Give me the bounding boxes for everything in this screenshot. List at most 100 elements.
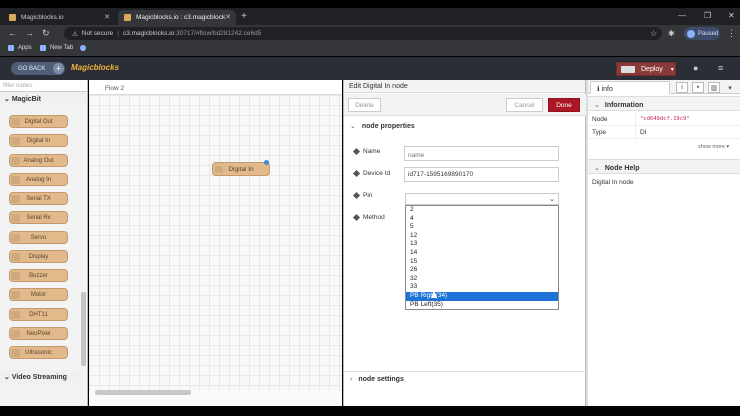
- filter-nodes-input[interactable]: filter nodes: [0, 80, 87, 92]
- pin-option[interactable]: 26: [406, 266, 558, 275]
- info-tab-icon[interactable]: i: [676, 82, 688, 93]
- node-settings-section[interactable]: › node settings: [344, 372, 587, 387]
- pin-select[interactable]: ⌄: [405, 193, 559, 205]
- close-tab-icon[interactable]: ✕: [104, 13, 110, 21]
- palette-node[interactable]: DHT11: [9, 308, 68, 321]
- bookmark-label: New Tab: [50, 45, 74, 51]
- palette-node[interactable]: Ultrasonic: [9, 346, 68, 359]
- information-header[interactable]: ⌄ Information: [588, 96, 740, 111]
- maximize-icon[interactable]: ❐: [704, 11, 711, 20]
- node-icon: [11, 176, 20, 184]
- node-icon: [11, 157, 20, 165]
- node-label: Buzzer: [29, 272, 48, 279]
- user-icon[interactable]: ●: [693, 63, 698, 73]
- palette-node[interactable]: Servo: [9, 231, 68, 244]
- show-more-link[interactable]: show more ▾: [698, 144, 729, 150]
- pin-option[interactable]: 2: [406, 206, 558, 215]
- chart-tab-icon[interactable]: ▥: [708, 82, 720, 93]
- chevron-down-icon[interactable]: ▾: [671, 66, 674, 73]
- info-key: Node: [588, 113, 636, 125]
- node-icon: [11, 137, 20, 145]
- palette-node[interactable]: Serial Rx: [9, 211, 68, 224]
- go-back-button[interactable]: GO BACK +: [11, 62, 65, 75]
- back-icon[interactable]: ←: [8, 28, 17, 38]
- node-label: DHT11: [29, 311, 48, 318]
- bookmark-new-tab[interactable]: New Tab: [40, 45, 73, 51]
- palette-node[interactable]: NeoPixel: [9, 327, 68, 340]
- palette-node[interactable]: Display: [9, 250, 68, 263]
- deploy-button[interactable]: Deploy ▾: [616, 62, 676, 76]
- node-icon: [11, 272, 20, 280]
- canvas-grid[interactable]: Digital In: [89, 95, 342, 391]
- bookmark-label: Apps: [18, 45, 32, 51]
- bookmark-star-icon[interactable]: ☆: [650, 29, 657, 38]
- palette-node[interactable]: Serial TX: [9, 192, 68, 205]
- pin-option[interactable]: 14: [406, 249, 558, 258]
- edit-tray: Edit Digital In node Delete Cancel Done …: [343, 80, 587, 406]
- forward-icon[interactable]: →: [25, 28, 34, 38]
- bookmarks-bar: Apps New Tab: [0, 42, 740, 56]
- palette-category-video-streaming[interactable]: ⌄ Video Streaming: [0, 370, 80, 383]
- browser-tab-title: Magicblocks.io : c3.magicblock: [136, 14, 226, 21]
- more-menu-icon[interactable]: ⋮: [727, 28, 736, 39]
- pin-option-selected[interactable]: PB Right(34): [406, 290, 558, 301]
- palette-node[interactable]: Buzzer: [9, 269, 68, 282]
- extensions-icon[interactable]: ✱: [668, 29, 675, 38]
- cancel-button[interactable]: Cancel: [506, 98, 543, 112]
- chevron-down-icon: ⌄: [594, 102, 600, 109]
- pin-option[interactable]: PB Left(35): [406, 301, 558, 310]
- tab-info[interactable]: ℹ info: [590, 81, 670, 94]
- pin-option[interactable]: 32: [406, 275, 558, 284]
- name-field[interactable]: [404, 146, 559, 161]
- canvas-node-digital-in[interactable]: Digital In: [212, 160, 270, 176]
- url-field[interactable]: ⚠ Not secure | c3.magicblocks.io :30717/…: [64, 27, 662, 40]
- flow-workspace: Flow 2 Digital In: [89, 80, 342, 406]
- tray-toolbar: Delete Cancel Done: [344, 94, 587, 116]
- page-icon: [40, 45, 46, 51]
- palette-scrollbar[interactable]: [81, 292, 86, 366]
- section-label: Node Help: [604, 165, 640, 172]
- pin-option[interactable]: 33: [406, 283, 558, 292]
- chevron-down-icon: ⌄: [4, 374, 12, 381]
- pin-option[interactable]: 5: [406, 223, 558, 232]
- new-tab-icon[interactable]: +: [241, 11, 247, 22]
- pin-option[interactable]: 12: [406, 232, 558, 241]
- chevron-down-icon: ⌄: [4, 96, 12, 103]
- browser-tab-1[interactable]: Magicblocks.io ✕: [3, 10, 115, 25]
- palette-node[interactable]: Digital Out: [9, 115, 68, 128]
- chevron-down-icon: ⌄: [594, 165, 600, 172]
- chevron-down-icon[interactable]: ▾: [724, 82, 736, 93]
- debug-tab-icon[interactable]: ▪: [692, 82, 704, 93]
- profile-label: Paused: [698, 30, 719, 37]
- pin-label: Pin: [363, 192, 373, 199]
- magicblocks-favicon-icon: [9, 14, 16, 21]
- node-properties-section[interactable]: ⌄ node properties: [344, 118, 587, 133]
- pin-option[interactable]: 13: [406, 240, 558, 249]
- chevron-right-icon: ›: [350, 376, 353, 383]
- palette-node[interactable]: Analog In: [9, 173, 68, 186]
- close-window-icon[interactable]: ✕: [728, 11, 735, 20]
- delete-button[interactable]: Delete: [348, 98, 381, 112]
- minimize-icon[interactable]: —: [678, 11, 686, 20]
- palette-category-magicbit[interactable]: ⌄ MagicBit: [0, 92, 87, 105]
- reload-icon[interactable]: ↻: [42, 28, 50, 39]
- profile-button[interactable]: Paused: [684, 27, 720, 40]
- close-tab-icon[interactable]: ✕: [225, 13, 231, 21]
- section-label: node settings: [358, 376, 404, 383]
- device-id-field[interactable]: id717-1595169890170: [404, 167, 559, 182]
- node-help-header[interactable]: ⌄ Node Help: [588, 159, 740, 174]
- tag-icon: [352, 169, 361, 178]
- palette-node[interactable]: Motor: [9, 288, 68, 301]
- menu-icon[interactable]: ≡: [718, 63, 723, 73]
- bookmark-web[interactable]: [80, 45, 90, 51]
- canvas-scrollbar[interactable]: [95, 390, 191, 395]
- pin-option[interactable]: 4: [406, 215, 558, 224]
- palette-node[interactable]: Analog Out: [9, 154, 68, 167]
- browser-tab-2[interactable]: Magicblocks.io : c3.magicblock ✕: [118, 10, 236, 25]
- bookmark-apps[interactable]: Apps: [8, 45, 32, 51]
- done-button[interactable]: Done: [548, 98, 580, 112]
- tab-flow-2[interactable]: Flow 2: [99, 82, 171, 95]
- palette-node[interactable]: Digital In: [9, 134, 68, 147]
- pin-option[interactable]: 15: [406, 258, 558, 267]
- plus-icon: +: [53, 63, 64, 74]
